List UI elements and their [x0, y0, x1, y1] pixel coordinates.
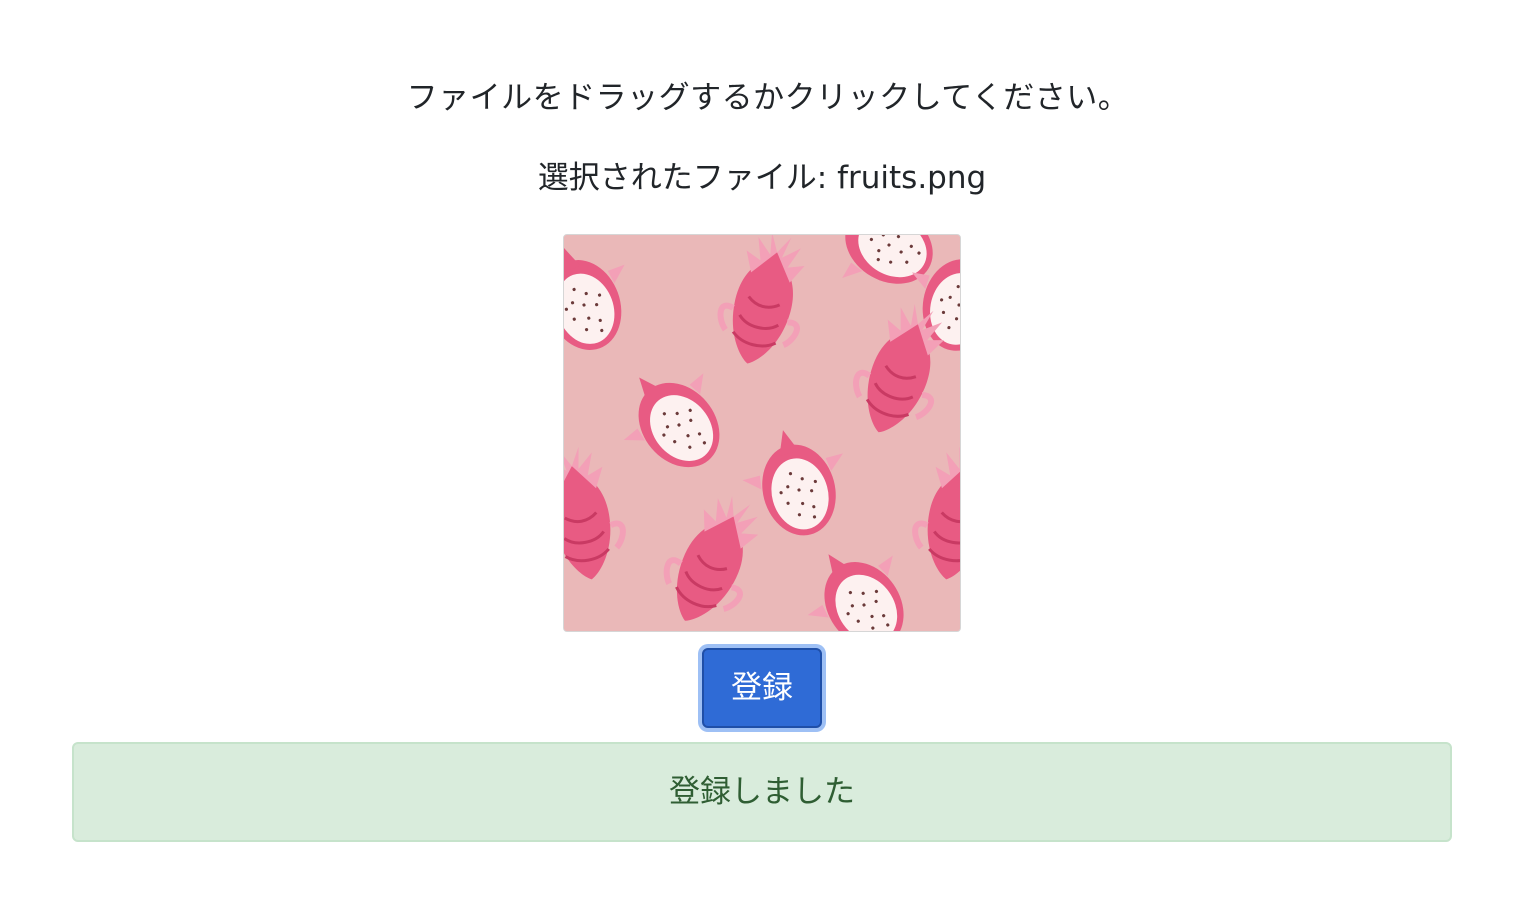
dragon-fruit-pattern-image	[564, 235, 960, 631]
image-preview	[563, 234, 961, 632]
selected-file-label: 選択されたファイル: fruits.png	[537, 160, 987, 196]
register-button[interactable]: 登録	[702, 648, 822, 728]
success-alert: 登録しました	[72, 742, 1452, 842]
upload-page: ファイルをドラッグするかクリックしてください。 選択されたファイル: fruit…	[0, 0, 1536, 898]
drop-zone-instruction[interactable]: ファイルをドラッグするかクリックしてください。	[0, 78, 1536, 118]
